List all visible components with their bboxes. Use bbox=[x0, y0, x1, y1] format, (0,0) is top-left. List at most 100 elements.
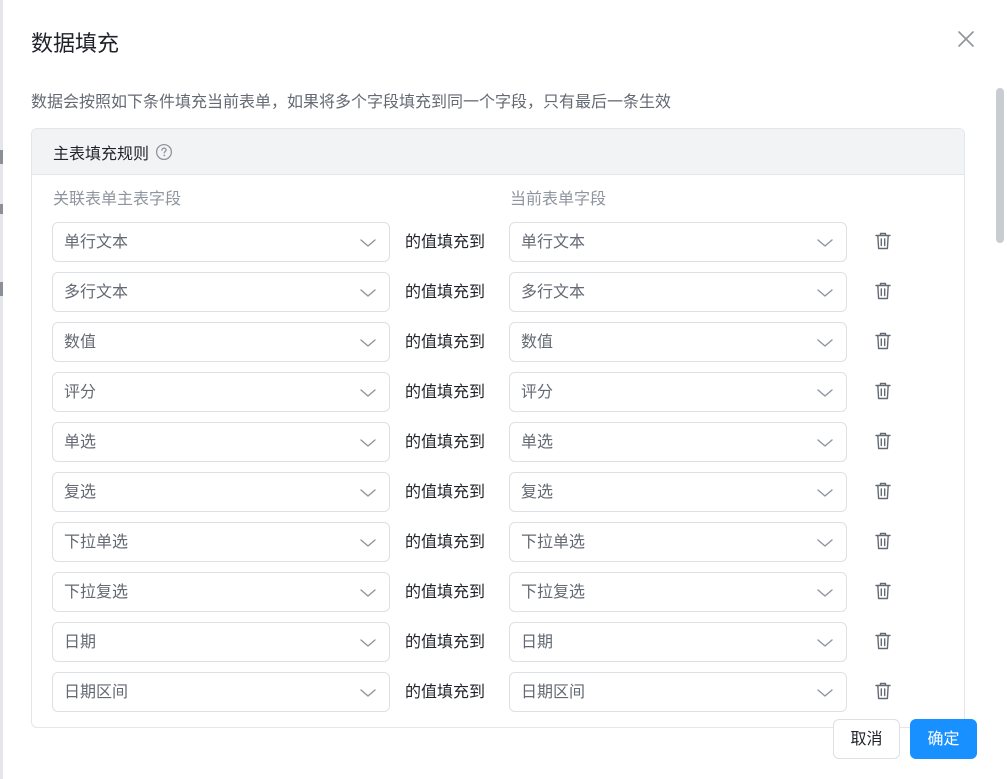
source-field-value: 下拉单选 bbox=[64, 532, 129, 551]
chevron-down-icon bbox=[816, 535, 834, 551]
target-field-select[interactable]: 日期 bbox=[509, 622, 847, 662]
trash-icon[interactable] bbox=[874, 231, 892, 251]
fill-rule-row: 日期 的值填充到 日期 bbox=[32, 622, 964, 672]
close-button[interactable] bbox=[955, 28, 977, 50]
trash-icon[interactable] bbox=[874, 481, 892, 501]
data-fill-dialog: 数据填充 数据会按照如下条件填充当前表单，如果将多个字段填充到同一个字段，只有最… bbox=[3, 0, 1007, 779]
target-field-select[interactable]: 单选 bbox=[509, 422, 847, 462]
chevron-down-icon bbox=[816, 285, 834, 301]
fill-rule-row: 数值 的值填充到 数值 bbox=[32, 322, 964, 372]
chevron-down-icon bbox=[359, 485, 377, 501]
panel-title: 主表填充规则 bbox=[53, 143, 150, 163]
chevron-down-icon bbox=[359, 285, 377, 301]
fill-rule-row: 下拉单选 的值填充到 下拉单选 bbox=[32, 522, 964, 572]
trash-icon[interactable] bbox=[874, 331, 892, 351]
source-field-select[interactable]: 日期 bbox=[52, 622, 390, 662]
fill-rule-list: 单行文本 的值填充到 单行文本 多行文本 的值填充到 多行文本 数值 的值填充到 数值 评分 的值填… bbox=[32, 222, 964, 722]
chevron-down-icon bbox=[359, 635, 377, 651]
target-field-value: 日期 bbox=[521, 632, 554, 651]
column-header-source: 关联表单主表字段 bbox=[53, 189, 182, 208]
cancel-button[interactable]: 取消 bbox=[833, 719, 900, 759]
target-field-select[interactable]: 单行文本 bbox=[509, 222, 847, 262]
target-field-select[interactable]: 日期区间 bbox=[509, 672, 847, 712]
trash-icon[interactable] bbox=[874, 631, 892, 651]
source-field-select[interactable]: 单行文本 bbox=[52, 222, 390, 262]
chevron-down-icon bbox=[359, 585, 377, 601]
source-field-value: 多行文本 bbox=[64, 282, 129, 301]
confirm-button[interactable]: 确定 bbox=[910, 719, 977, 759]
chevron-down-icon bbox=[359, 435, 377, 451]
fill-rule-row: 下拉复选 的值填充到 下拉复选 bbox=[32, 572, 964, 622]
source-field-select[interactable]: 复选 bbox=[52, 472, 390, 512]
source-field-select[interactable]: 数值 bbox=[52, 322, 390, 362]
source-field-value: 下拉复选 bbox=[64, 582, 129, 601]
chevron-down-icon bbox=[359, 235, 377, 251]
panel-header: 主表填充规则 bbox=[32, 129, 964, 175]
close-icon bbox=[958, 31, 974, 47]
trash-icon[interactable] bbox=[874, 431, 892, 451]
source-field-select[interactable]: 多行文本 bbox=[52, 272, 390, 312]
target-field-value: 多行文本 bbox=[521, 282, 586, 301]
dialog-description: 数据会按照如下条件填充当前表单，如果将多个字段填充到同一个字段，只有最后一条生效 bbox=[31, 92, 672, 111]
source-field-value: 单选 bbox=[64, 432, 97, 451]
source-field-select[interactable]: 日期区间 bbox=[52, 672, 390, 712]
fill-connector-text: 的值填充到 bbox=[405, 332, 486, 351]
scrollbar[interactable] bbox=[995, 88, 1005, 568]
fill-connector-text: 的值填充到 bbox=[405, 482, 486, 501]
trash-icon[interactable] bbox=[874, 281, 892, 301]
fill-connector-text: 的值填充到 bbox=[405, 532, 486, 551]
fill-connector-text: 的值填充到 bbox=[405, 282, 486, 301]
trash-icon[interactable] bbox=[874, 681, 892, 701]
target-field-value: 日期区间 bbox=[521, 682, 586, 701]
fill-rule-row: 日期区间 的值填充到 日期区间 bbox=[32, 672, 964, 722]
fill-connector-text: 的值填充到 bbox=[405, 432, 486, 451]
dialog-title: 数据填充 bbox=[31, 32, 120, 57]
chevron-down-icon bbox=[816, 435, 834, 451]
fill-rule-row: 单选 的值填充到 单选 bbox=[32, 422, 964, 472]
chevron-down-icon bbox=[359, 685, 377, 701]
fill-connector-text: 的值填充到 bbox=[405, 582, 486, 601]
target-field-value: 数值 bbox=[521, 332, 554, 351]
chevron-down-icon bbox=[816, 485, 834, 501]
target-field-select[interactable]: 下拉单选 bbox=[509, 522, 847, 562]
target-field-select[interactable]: 多行文本 bbox=[509, 272, 847, 312]
chevron-down-icon bbox=[816, 585, 834, 601]
chevron-down-icon bbox=[359, 535, 377, 551]
source-field-value: 日期区间 bbox=[64, 682, 129, 701]
target-field-select[interactable]: 数值 bbox=[509, 322, 847, 362]
fill-rule-row: 复选 的值填充到 复选 bbox=[32, 472, 964, 522]
target-field-select[interactable]: 复选 bbox=[509, 472, 847, 512]
source-field-value: 单行文本 bbox=[64, 232, 129, 251]
trash-icon[interactable] bbox=[874, 531, 892, 551]
source-field-select[interactable]: 评分 bbox=[52, 372, 390, 412]
target-field-value: 单选 bbox=[521, 432, 554, 451]
fill-connector-text: 的值填充到 bbox=[405, 232, 486, 251]
target-field-value: 评分 bbox=[521, 382, 554, 401]
chevron-down-icon bbox=[816, 235, 834, 251]
chevron-down-icon bbox=[816, 335, 834, 351]
source-field-select[interactable]: 下拉复选 bbox=[52, 572, 390, 612]
source-field-select[interactable]: 下拉单选 bbox=[52, 522, 390, 562]
source-field-value: 评分 bbox=[64, 382, 97, 401]
chevron-down-icon bbox=[816, 385, 834, 401]
chevron-down-icon bbox=[359, 335, 377, 351]
chevron-down-icon bbox=[816, 685, 834, 701]
source-field-value: 日期 bbox=[64, 632, 97, 651]
fill-rule-row: 评分 的值填充到 评分 bbox=[32, 372, 964, 422]
scrollbar-thumb[interactable] bbox=[996, 88, 1004, 243]
column-header-target: 当前表单字段 bbox=[510, 189, 607, 208]
trash-icon[interactable] bbox=[874, 381, 892, 401]
target-field-value: 复选 bbox=[521, 482, 554, 501]
target-field-select[interactable]: 评分 bbox=[509, 372, 847, 412]
target-field-select[interactable]: 下拉复选 bbox=[509, 572, 847, 612]
fill-rule-row: 单行文本 的值填充到 单行文本 bbox=[32, 222, 964, 272]
chevron-down-icon bbox=[359, 385, 377, 401]
source-field-select[interactable]: 单选 bbox=[52, 422, 390, 462]
target-field-value: 下拉复选 bbox=[521, 582, 586, 601]
source-field-value: 复选 bbox=[64, 482, 97, 501]
chevron-down-icon bbox=[816, 635, 834, 651]
target-field-value: 单行文本 bbox=[521, 232, 586, 251]
trash-icon[interactable] bbox=[874, 581, 892, 601]
question-circle-icon[interactable] bbox=[155, 143, 173, 161]
main-table-fill-rules-panel: 主表填充规则 关联表单主表字段 当前表单字段 单行文本 的值填充到 单行文本 多行文本… bbox=[31, 128, 965, 728]
